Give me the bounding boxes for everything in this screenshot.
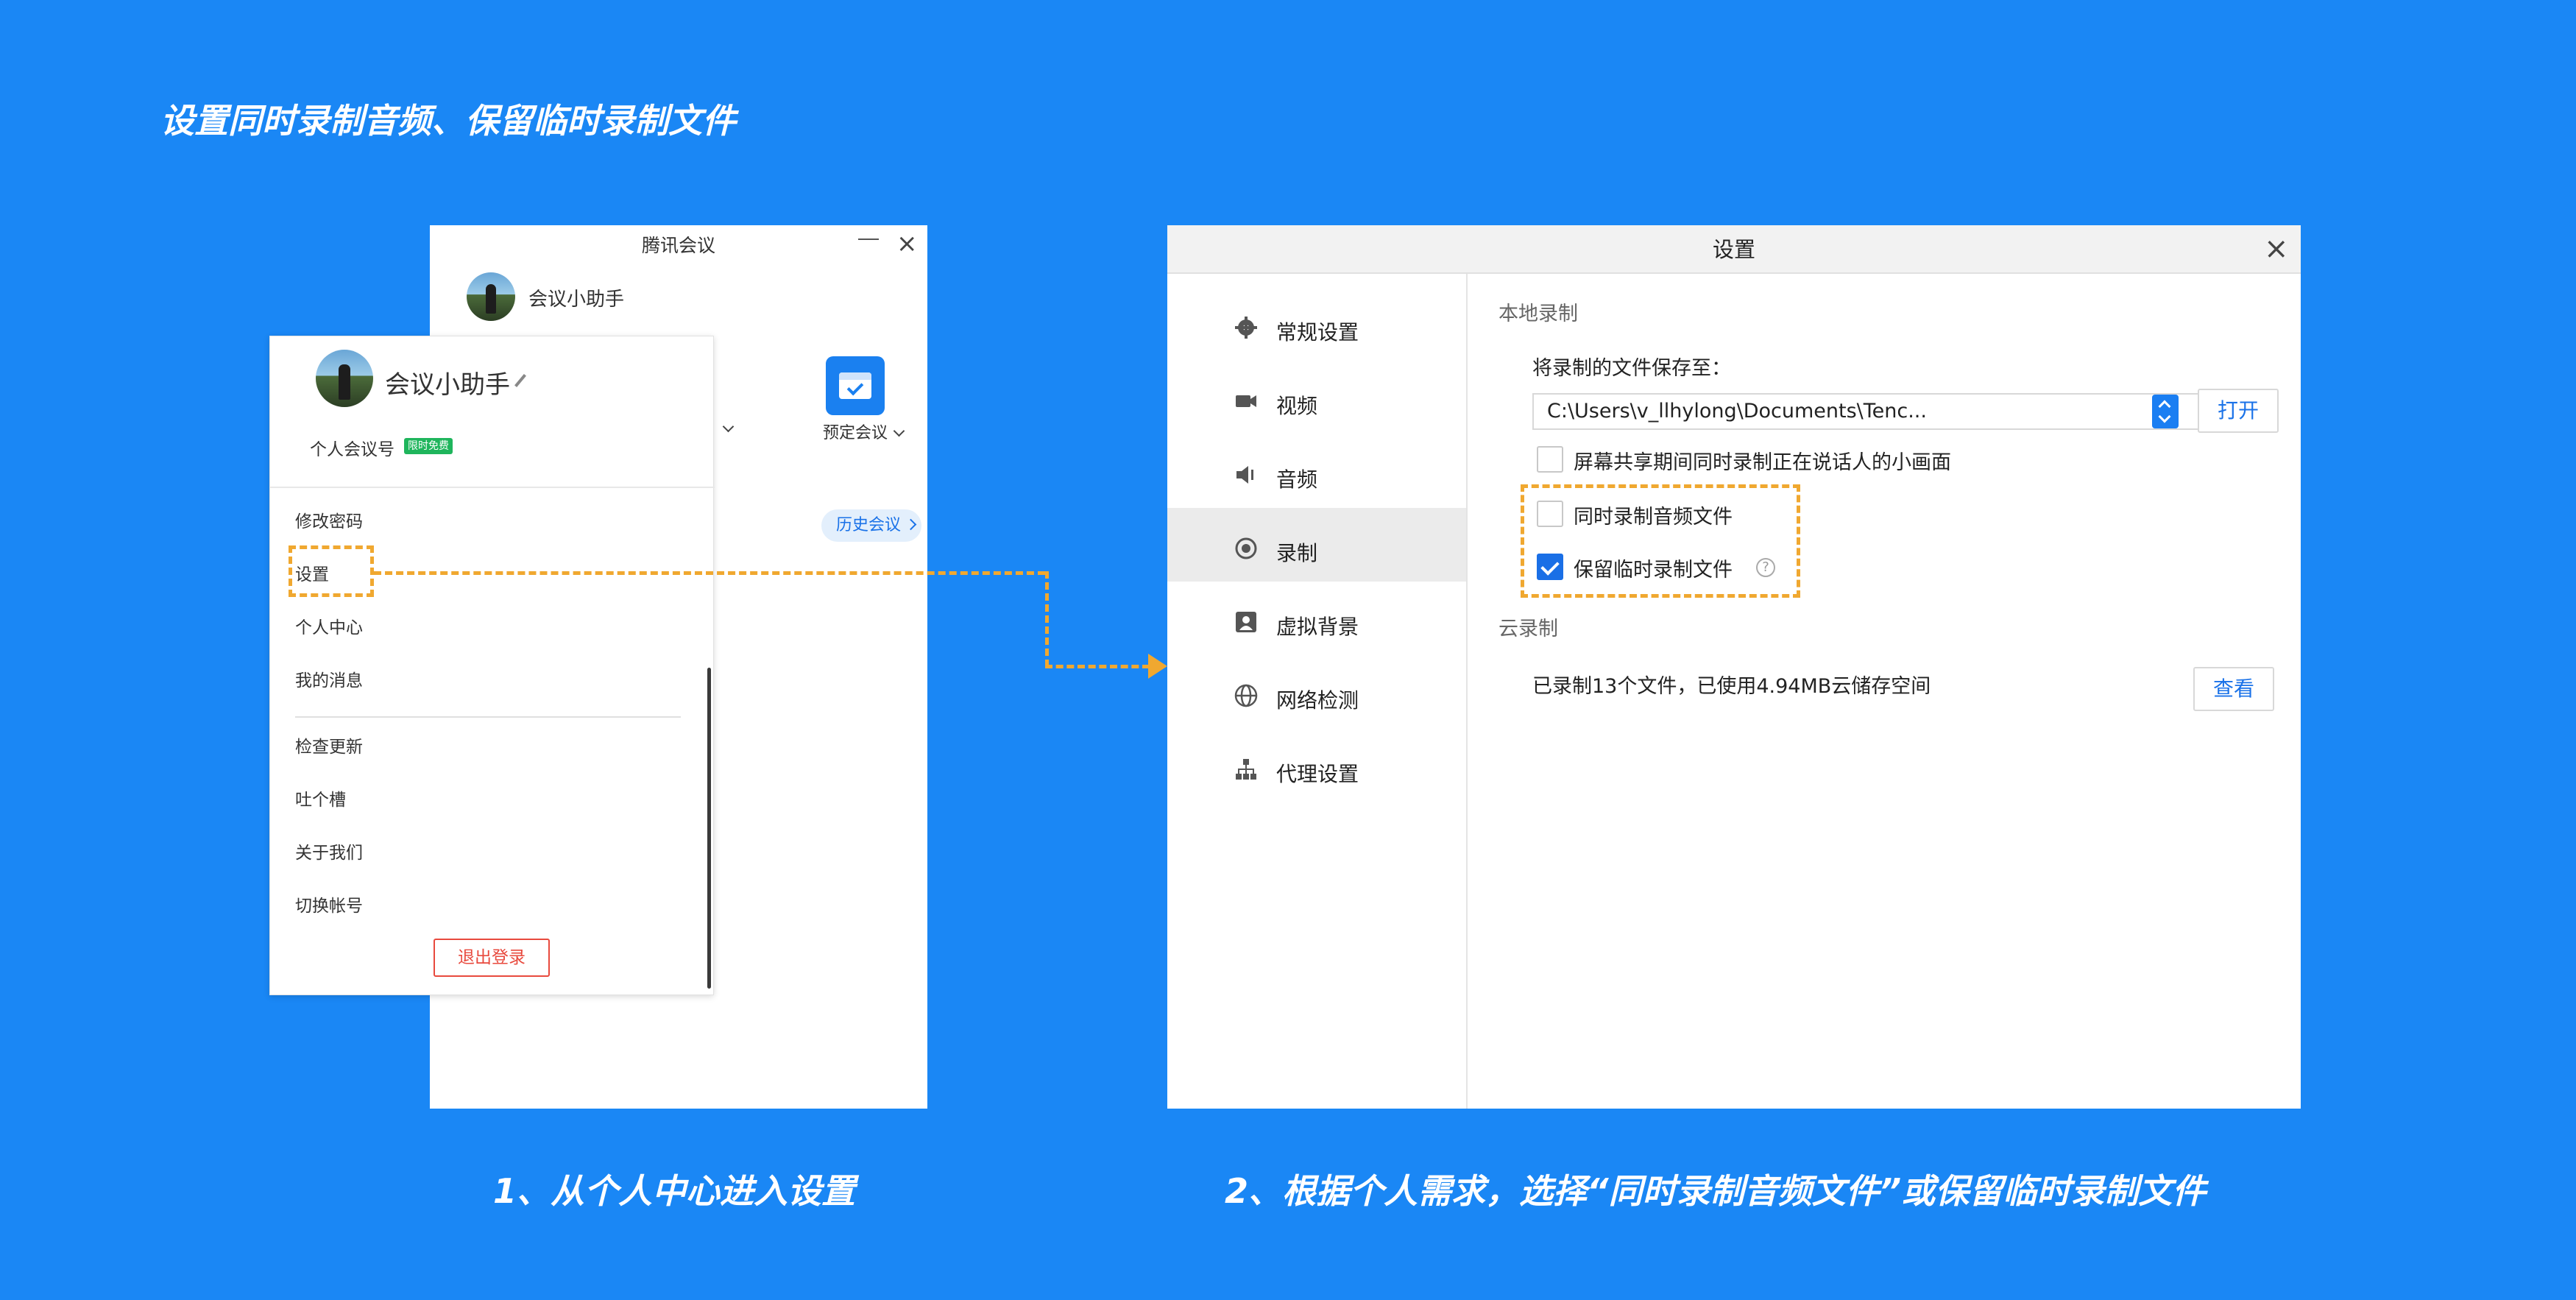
globe-icon <box>1234 684 1258 707</box>
divider <box>295 716 681 718</box>
settings-highlight <box>289 545 374 597</box>
open-folder-button[interactable]: 打开 <box>2198 389 2279 433</box>
save-location-label: 将录制的文件保存至： <box>1532 357 1731 380</box>
scrollbar[interactable] <box>707 668 711 989</box>
sidebar-item-network-test[interactable]: 网络检测 <box>1167 670 1466 724</box>
sidebar-item-label: 录制 <box>1276 541 1318 565</box>
connector-line <box>374 571 1045 575</box>
step1-caption: 1、从个人中心进入设置 <box>493 1171 856 1211</box>
sidebar-item-label: 网络检测 <box>1276 688 1359 713</box>
page-heading: 设置同时录制音频、保留临时录制文件 <box>160 101 736 141</box>
gear-icon <box>1235 317 1257 339</box>
edit-icon[interactable] <box>514 374 526 387</box>
window-title: 设置 <box>1712 237 1755 262</box>
sidebar-item-audio[interactable]: 音频 <box>1167 449 1466 504</box>
view-cloud-button[interactable]: 查看 <box>2193 667 2274 711</box>
sidebar-item-proxy[interactable]: 代理设置 <box>1167 743 1466 798</box>
connector-line <box>1045 571 1049 667</box>
arrow-right-icon <box>1148 654 1167 679</box>
history-meetings-label: 历史会议 <box>836 516 902 534</box>
menu-item-profile-center[interactable]: 个人中心 <box>295 613 363 638</box>
options-highlight <box>1521 484 1800 598</box>
schedule-meeting-label: 预定会议 <box>823 424 888 442</box>
save-path-field[interactable]: C:\Users\v_llhylong\Documents\Tenc... <box>1532 393 2199 430</box>
free-badge: 限时免费 <box>404 438 453 454</box>
record-icon <box>1235 537 1257 559</box>
personal-meeting-id-label: 个人会议号 <box>310 440 394 459</box>
menu-item-switch-account[interactable]: 切换帐号 <box>295 891 363 916</box>
sidebar-item-label: 视频 <box>1276 394 1318 418</box>
sidebar-item-label: 常规设置 <box>1276 320 1359 345</box>
profile-name: 会议小助手 <box>385 370 510 400</box>
step2-caption: 2、根据个人需求，选择“同时录制音频文件”或保留临时录制文件 <box>1225 1171 2207 1211</box>
cloud-recording-title: 云录制 <box>1498 618 1558 640</box>
profile-dropdown: 会议小助手 个人会议号 限时免费 修改密码 设置 个人中心 我的消息 检查更新 … <box>269 336 715 995</box>
close-icon[interactable]: × <box>896 231 918 256</box>
sidebar-item-label: 代理设置 <box>1276 762 1359 786</box>
chevron-right-icon <box>905 518 917 531</box>
schedule-meeting-button[interactable]: 预定会议 <box>823 420 905 443</box>
logout-button[interactable]: 退出登录 <box>434 939 550 977</box>
calendar-icon[interactable] <box>826 356 885 415</box>
close-icon[interactable]: × <box>2264 233 2289 265</box>
divider <box>270 487 715 488</box>
settings-window: 设置 × 常规设置 视频 音频 录制 虚拟背景 网络检测 代理设置 本地录制 将… <box>1167 225 2301 1109</box>
sidebar-item-general[interactable]: 常规设置 <box>1167 302 1466 356</box>
sidebar-item-video[interactable]: 视频 <box>1167 375 1466 430</box>
menu-item-feedback[interactable]: 吐个槽 <box>295 785 346 810</box>
network-icon <box>1236 759 1256 780</box>
sidebar-item-recording[interactable]: 录制 <box>1167 523 1466 577</box>
path-select-icon[interactable] <box>2152 395 2179 428</box>
chevron-down-icon <box>893 425 905 437</box>
portrait-icon <box>1236 612 1256 632</box>
avatar[interactable] <box>316 350 373 407</box>
local-recording-title: 本地录制 <box>1498 303 1578 325</box>
option-checkbox-speaker-view[interactable] <box>1537 446 1563 473</box>
sidebar-item-label: 虚拟背景 <box>1276 615 1359 639</box>
menu-item-check-update[interactable]: 检查更新 <box>295 732 363 757</box>
menu-item-about[interactable]: 关于我们 <box>295 838 363 863</box>
option-label: 屏幕共享期间同时录制正在说话人的小画面 <box>1574 451 1951 474</box>
cloud-usage-text: 已录制13个文件，已使用4.94MB云储存空间 <box>1532 675 1931 698</box>
chevron-down-icon[interactable] <box>717 420 735 437</box>
sidebar-item-label: 音频 <box>1276 467 1318 492</box>
history-meetings-button[interactable]: 历史会议 <box>821 509 921 542</box>
minimize-icon[interactable] <box>858 239 879 240</box>
menu-item-change-password[interactable]: 修改密码 <box>295 507 363 532</box>
avatar[interactable] <box>467 272 515 321</box>
window-title: 腾讯会议 <box>641 235 715 256</box>
user-name: 会议小助手 <box>528 289 625 311</box>
camera-icon <box>1236 395 1256 407</box>
menu-item-messages[interactable]: 我的消息 <box>295 666 363 691</box>
speaker-icon <box>1236 466 1253 484</box>
connector-line <box>1045 665 1150 668</box>
sidebar-item-virtual-background[interactable]: 虚拟背景 <box>1167 596 1466 651</box>
